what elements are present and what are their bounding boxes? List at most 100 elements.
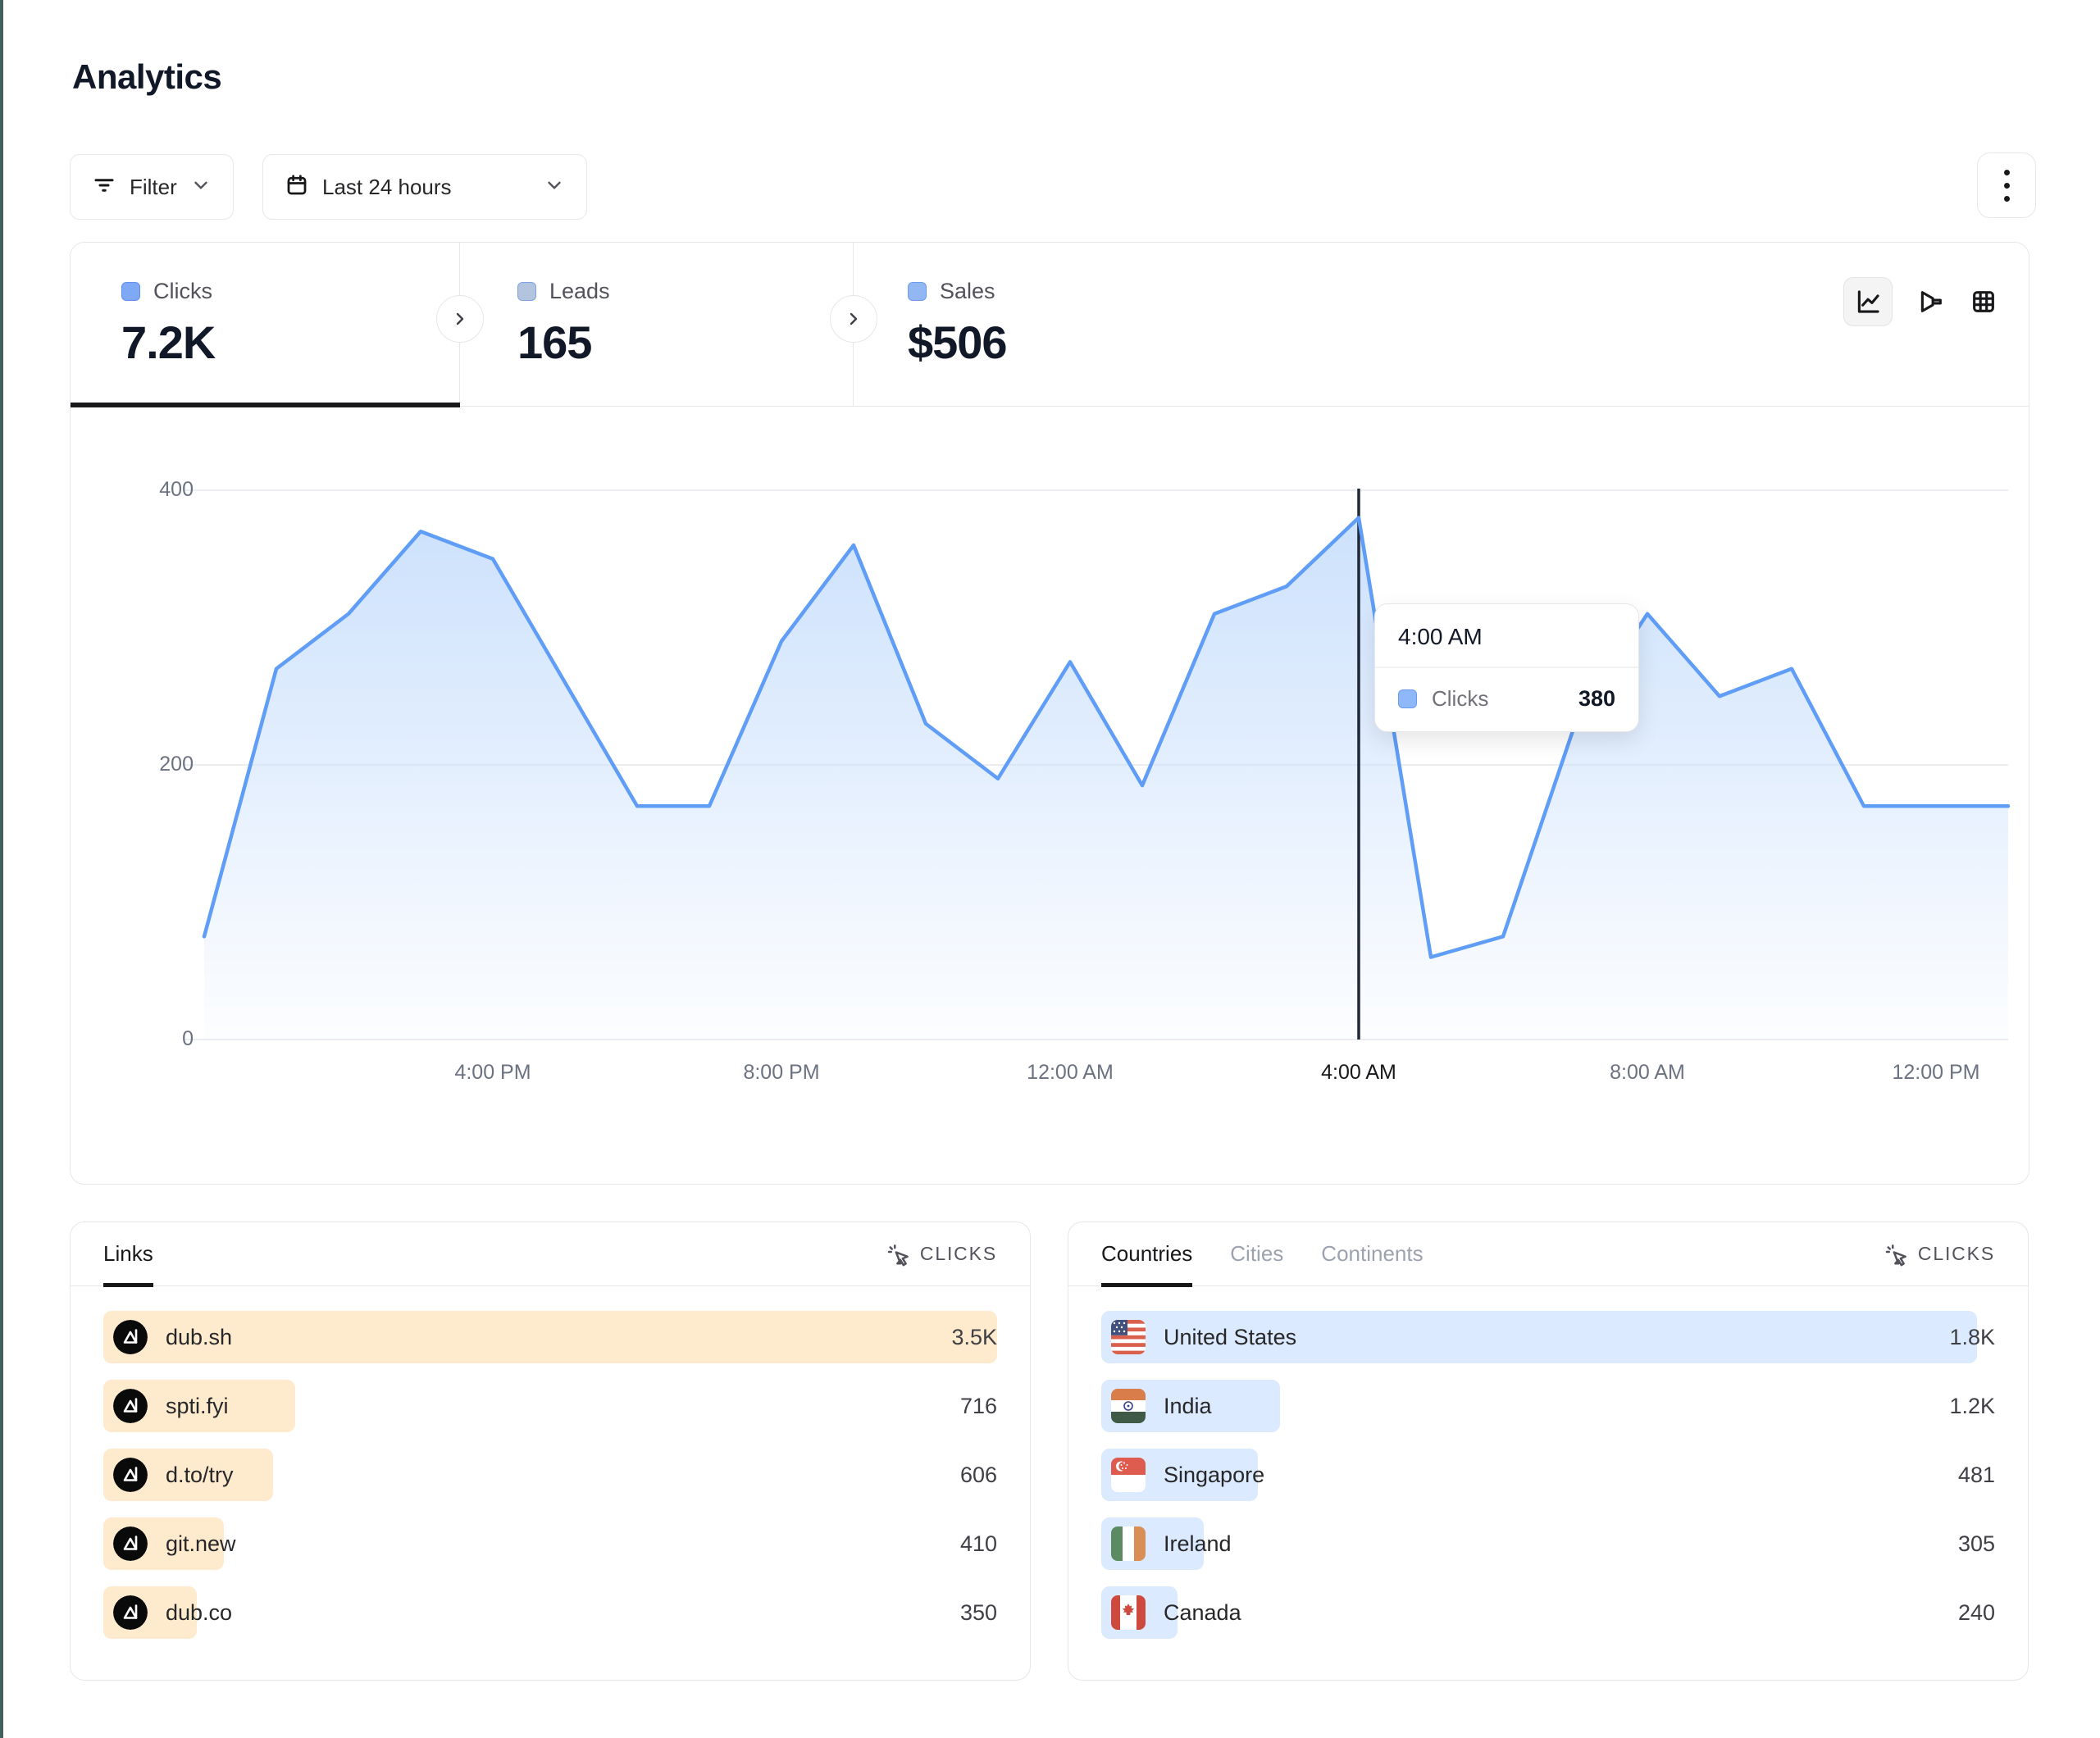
tooltip-series-name: Clicks [1432,686,1564,712]
funnel-chart-view-button[interactable] [1917,288,1945,316]
cursor-click-icon [1884,1242,1908,1267]
list-item[interactable]: dub.co 350 [103,1586,997,1639]
row-label: dub.co [166,1600,232,1626]
filter-button[interactable]: Filter [70,154,234,220]
row-label: Canada [1164,1600,1241,1626]
row-value: 3.5K [951,1311,997,1363]
stat-label: Sales [940,279,995,304]
stat-label: Leads [549,279,610,304]
list-item[interactable]: Singapore 481 [1101,1449,1995,1501]
x-tick-label: 8:00 PM [708,1061,855,1085]
y-tick-label: 200 [136,753,194,776]
list-item[interactable]: India 1.2K [1101,1380,1995,1432]
tab-links[interactable]: Links [103,1222,153,1285]
area-fill [204,518,2008,1040]
calendar-icon [285,173,309,202]
chart-tooltip: 4:00 AM Clicks 380 [1374,603,1639,732]
clicks-series-chip [121,282,140,301]
dub-logo-avatar [113,1458,148,1492]
stat-tab-leads[interactable]: Leads 165 [460,243,854,406]
line-chart-icon [1854,288,1882,316]
x-tick-label: 12:00 PM [1862,1061,2010,1085]
list-item[interactable]: git.new 410 [103,1517,997,1570]
countries-metric: CLICKS [1884,1242,1995,1267]
flag-ie-icon [1111,1526,1146,1561]
chevron-right-icon [844,309,863,329]
tooltip-series-row: Clicks 380 [1375,668,1638,731]
row-value: 240 [1958,1586,1995,1639]
row-label: dub.sh [166,1325,232,1350]
leads-series-chip [517,282,536,301]
dub-logo-avatar [113,1526,148,1561]
list-item[interactable]: spti.fyi716 [103,1380,997,1432]
row-label: United States [1164,1325,1296,1350]
clicks-series-chip [1398,689,1417,708]
chevron-down-icon [190,175,212,200]
x-tick-label: 12:00 AM [996,1061,1144,1085]
stat-value: 165 [517,316,853,369]
clicks-area-chart[interactable]: 0200400 4:00 PM8:00 PM12:00 AM4:00 AM8:0… [71,407,2028,1183]
filter-button-label: Filter [130,175,177,200]
links-metric: CLICKS [886,1242,997,1267]
y-tick-label: 0 [136,1027,194,1051]
list-item[interactable]: dub.sh 3.5K [103,1311,997,1363]
stat-tab-clicks[interactable]: Clicks 7.2K [71,243,460,406]
table-view-button[interactable] [1970,288,1998,316]
tab-continents[interactable]: Continents [1321,1222,1423,1285]
row-value: 305 [1958,1517,1995,1570]
chart-view-toggles [1843,277,1998,326]
list-item[interactable]: Ireland 305 [1101,1517,1995,1570]
table-grid-icon [1970,288,1998,316]
countries-panel-header: Countries Cities Continents CLICKS [1068,1222,2028,1286]
flag-sg-icon [1111,1458,1146,1492]
row-value: 410 [960,1517,997,1570]
cursor-click-icon [886,1242,910,1267]
row-label: git.new [166,1531,236,1557]
list-item[interactable]: d.to/try 606 [103,1449,997,1501]
tab-countries[interactable]: Countries [1101,1222,1192,1285]
sales-series-chip [908,282,927,301]
flag-us-icon [1111,1320,1146,1354]
dub-logo-avatar [113,1320,148,1354]
row-label: Ireland [1164,1531,1232,1557]
window-left-accent [0,0,3,1738]
row-label: India [1164,1394,1212,1419]
flag-in-icon [1111,1389,1146,1423]
chevron-right-icon [450,309,470,329]
expand-leads-button[interactable] [436,295,484,343]
dub-logo-avatar [113,1389,148,1423]
row-value: 481 [1958,1449,1995,1501]
row-value: 1.2K [1949,1380,1995,1432]
row-label: Singapore [1164,1463,1264,1488]
row-label: d.to/try [166,1463,234,1488]
stat-label: Clicks [153,279,212,304]
kebab-menu-icon [2004,170,2010,175]
tooltip-value: 380 [1578,686,1615,712]
list-item[interactable]: United States1.8K [1101,1311,1995,1363]
list-item[interactable]: Canada 240 [1101,1586,1995,1639]
tab-cities[interactable]: Cities [1230,1222,1283,1285]
stats-tabs-row: Clicks 7.2K Leads 165 Sales $506 [71,243,2029,407]
filter-lines-icon [92,173,116,202]
links-panel-header: Links CLICKS [71,1222,1030,1286]
line-chart-view-button[interactable] [1843,277,1893,326]
x-tick-label: 8:00 AM [1574,1061,1721,1085]
links-list: dub.sh 3.5K spti.fyi716 d.to/try 606 git.n… [71,1286,1030,1639]
chevron-down-icon [544,175,565,200]
row-label: spti.fyi [166,1394,229,1419]
stat-value: 7.2K [121,316,459,369]
more-options-button[interactable] [1977,152,2036,218]
countries-list: United States1.8K India 1.2K Singapore 481… [1068,1286,2028,1639]
dub-logo-avatar [113,1595,148,1630]
expand-sales-button[interactable] [830,295,877,343]
tooltip-time: 4:00 AM [1375,604,1638,667]
links-panel: Links CLICKS dub.sh 3.5K spti.fyi716 d.to… [70,1222,1031,1681]
countries-panel: Countries Cities Continents CLICKS United … [1068,1222,2029,1681]
date-range-button[interactable]: Last 24 hours [262,154,587,220]
row-value: 350 [960,1586,997,1639]
y-tick-label: 400 [136,478,194,502]
row-value: 606 [960,1449,997,1501]
flag-ca-icon [1111,1595,1146,1630]
funnel-chart-icon [1917,288,1945,316]
date-range-label: Last 24 hours [322,175,531,200]
